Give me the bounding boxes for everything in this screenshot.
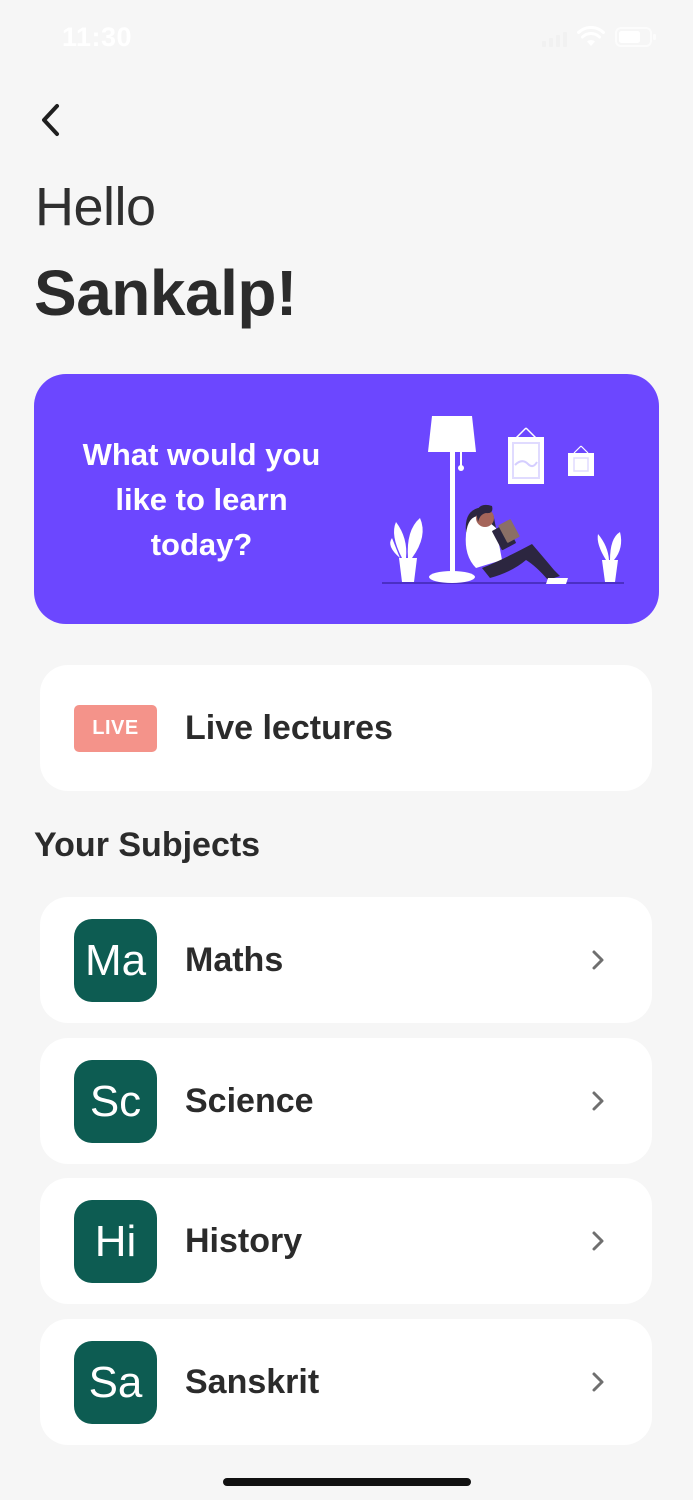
live-lectures-label: Live lectures: [185, 708, 393, 747]
learn-banner[interactable]: What would you like to learn today?: [34, 374, 659, 624]
subject-avatar: Hi: [74, 1200, 157, 1283]
user-name: Sankalp!: [34, 257, 297, 329]
subject-card-maths[interactable]: Ma Maths: [40, 897, 652, 1023]
back-arrow-icon: [42, 104, 59, 136]
signal-icon: [542, 27, 567, 47]
subject-card-history[interactable]: Hi History: [40, 1178, 652, 1304]
status-icons: [542, 26, 657, 48]
subject-name: Sanskrit: [185, 1362, 320, 1401]
subject-card-science[interactable]: Sc Science: [40, 1038, 652, 1164]
live-lectures-card[interactable]: LIVE Live lectures: [40, 665, 652, 791]
subjects-section-title: Your Subjects: [34, 826, 261, 864]
chevron-right-icon: [584, 945, 612, 975]
home-indicator[interactable]: [223, 1478, 471, 1486]
subject-avatar: Ma: [74, 919, 157, 1002]
subject-card-sanskrit[interactable]: Sa Sanskrit: [40, 1319, 652, 1445]
home-screen: 11:30 Hello Sankalp! What would you like…: [0, 0, 693, 1500]
live-badge: LIVE: [74, 705, 157, 752]
wifi-icon: [577, 26, 605, 46]
reading-illustration: [382, 416, 624, 584]
chevron-right-icon: [584, 1086, 612, 1116]
battery-icon: [615, 27, 656, 47]
banner-text: What would you like to learn today?: [82, 437, 321, 562]
greeting-text: Hello: [35, 177, 156, 237]
subject-avatar: Sa: [74, 1341, 157, 1424]
subject-name: Maths: [185, 940, 284, 979]
chevron-right-icon: [584, 1226, 612, 1256]
status-bar: 11:30: [0, 0, 693, 80]
subject-avatar: Sc: [74, 1060, 157, 1143]
chevron-right-icon: [584, 1367, 612, 1397]
subject-name: Science: [185, 1081, 314, 1120]
back-button[interactable]: [28, 98, 72, 142]
subject-name: History: [185, 1221, 303, 1260]
status-time: 11:30: [62, 22, 133, 52]
